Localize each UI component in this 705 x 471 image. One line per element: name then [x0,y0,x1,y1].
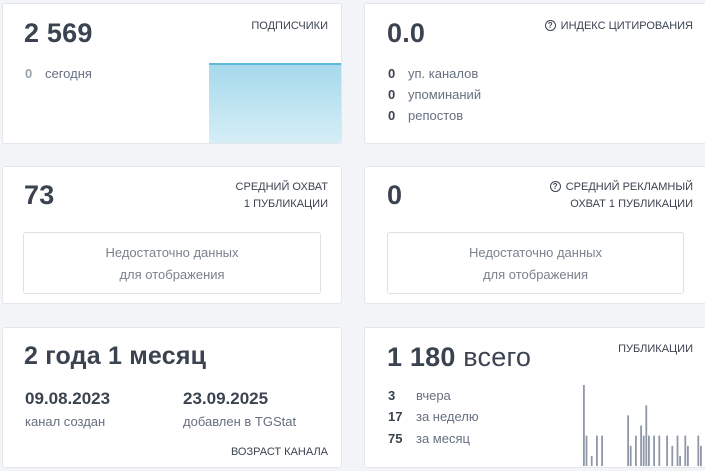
ad-reach-card[interactable]: 0 ? СРЕДНИЙ РЕКЛАМНЫЙ ОХВАТ 1 ПУБЛИКАЦИИ … [364,166,705,304]
publications-yesterday: 3 вчера [388,388,451,403]
citation-index-label: ? ИНДЕКС ЦИТИРОВАНИЯ [544,18,693,35]
ad-reach-label: ? СРЕДНИЙ РЕКЛАМНЫЙ ОХВАТ 1 ПУБЛИКАЦИИ [549,179,693,213]
publication-bar [697,435,700,466]
publication-bar [627,415,629,466]
publications-label: ПУБЛИКАЦИИ [618,343,693,355]
subscribers-sparkline [209,63,341,143]
publications-card[interactable]: 1 180 всего ПУБЛИКАЦИИ 3 вчера 17 за недел… [364,327,705,468]
help-icon[interactable]: ? [544,20,556,31]
channel-age-label: ВОЗРАСТ КАНАЛА [230,446,328,458]
today-label: сегодня [45,66,92,81]
citation-row-mentions: 0 упоминаний [388,87,482,102]
publication-bar [640,425,642,466]
channel-age-card[interactable]: 2 года 1 месяц 09.08.2023 канал создан 2… [2,327,342,468]
today-count: 0 [25,66,33,81]
created-date: 09.08.2023 [25,389,111,408]
subscribers-today: 0 сегодня [25,63,92,84]
citation-row-reposts: 0 репостов [388,108,464,123]
subscribers-count: 2 569 [24,18,93,48]
publication-bar [601,435,603,466]
publication-bar [658,435,661,466]
publication-bar [583,385,585,466]
publications-total-number: 1 180 [387,342,456,372]
publication-bar [629,445,632,467]
publication-bar [700,445,702,467]
subscribers-card[interactable]: 2 569 ПОДПИСЧИКИ 0 сегодня [2,3,342,144]
ad-reach-value: 0 [387,180,403,210]
citation-row-channels: 0 уп. каналов [388,66,479,81]
publication-bar [590,455,593,466]
help-icon[interactable]: ? [549,181,561,192]
publication-bar [671,445,674,467]
publication-bar [585,435,588,466]
created-label: канал создан [25,414,106,429]
publication-bar [635,435,637,466]
publication-bar [687,445,689,467]
reach-label: СРЕДНИЙ ОХВАТ 1 ПУБЛИКАЦИИ [235,181,328,210]
publication-bar [648,435,650,466]
publication-bar [596,435,598,466]
publication-bar [684,435,687,466]
publications-month: 75 за месяц [388,431,470,446]
subscribers-label: ПОДПИСЧИКИ [251,20,328,32]
added-label: добавлен в TGStat [183,414,297,429]
publication-bar [676,435,679,466]
publication-bar [645,405,648,467]
publication-bar [642,435,645,466]
added-date: 23.09.2025 [183,389,269,408]
ad-reach-no-data: Недостаточно данных для отображения [387,232,684,294]
citation-card[interactable]: 0.0 ? ИНДЕКС ЦИТИРОВАНИЯ 0 уп. каналов 0 уп… [364,3,705,144]
citation-index-value: 0.0 [387,18,426,48]
channel-age-value: 2 года 1 месяц [24,342,207,370]
publications-total: 1 180 всего [387,342,531,373]
reach-card[interactable]: 73 СРЕДНИЙ ОХВАТ 1 ПУБЛИКАЦИИ Недостаточ… [2,166,342,304]
publication-bar [653,435,655,466]
sparkline-area [209,64,341,143]
publications-bar-chart [583,385,702,467]
publication-bar [679,455,681,466]
publications-total-suffix: всего [463,342,532,372]
reach-no-data: Недостаточно данных для отображения [23,232,321,294]
reach-value: 73 [24,180,55,210]
publication-bar [666,435,668,466]
publications-week: 17 за неделю [388,409,479,424]
